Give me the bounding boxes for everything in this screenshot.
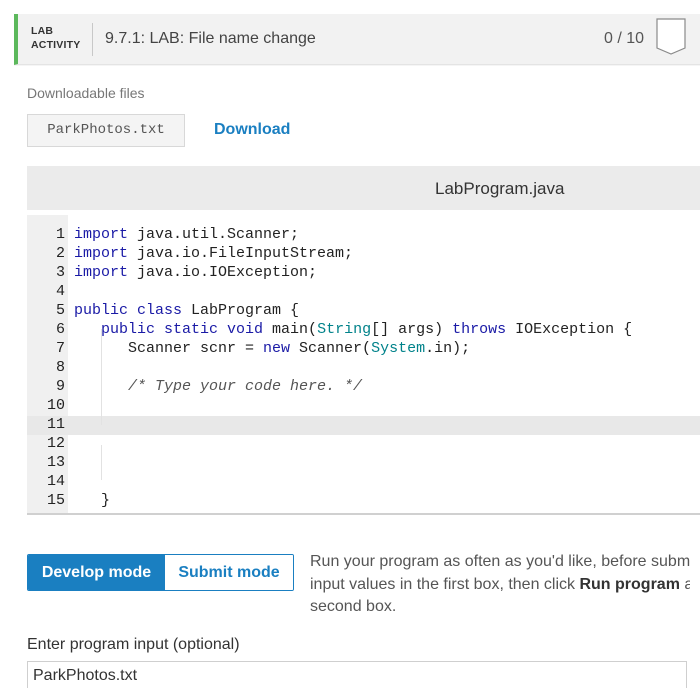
code-token: main( bbox=[263, 321, 318, 338]
code-line: 11 bbox=[27, 415, 700, 434]
line-number: 11 bbox=[46, 416, 65, 433]
editor-bottom-border bbox=[27, 513, 700, 515]
downloadable-files-label: Downloadable files bbox=[27, 85, 145, 101]
code-line: 1 import java.util.Scanner; bbox=[27, 225, 700, 244]
line-number: 1 bbox=[55, 226, 65, 243]
code-line: 14 bbox=[27, 472, 700, 491]
code-keyword: public class bbox=[74, 302, 183, 319]
mode-toggle: Develop mode Submit mode bbox=[27, 554, 294, 591]
run-instructions: Run your program as often as you'd like,… bbox=[310, 551, 690, 619]
code-token: java.io.FileInputStream; bbox=[128, 245, 354, 262]
code-keyword: import bbox=[74, 264, 129, 281]
code-text: /* Type your code here. */ bbox=[74, 377, 362, 396]
code-line: 12 bbox=[27, 434, 700, 453]
line-number: 7 bbox=[55, 340, 65, 357]
code-keyword: new bbox=[263, 340, 291, 357]
line-number: 5 bbox=[55, 302, 65, 319]
line-number: 6 bbox=[55, 321, 65, 338]
code-line: 7 Scanner scnr = new Scanner(System.in); bbox=[27, 339, 700, 358]
code-token: .in); bbox=[425, 340, 471, 357]
line-number: 13 bbox=[46, 454, 65, 471]
code-type: System bbox=[371, 340, 426, 357]
code-line: 3 import java.io.IOException; bbox=[27, 263, 700, 282]
line-number: 8 bbox=[55, 359, 65, 376]
code-token: java.util.Scanner; bbox=[128, 226, 300, 243]
lab-tag-line1: LAB bbox=[31, 25, 54, 37]
code-area[interactable]: 1 import java.util.Scanner; 2 import java.i… bbox=[27, 215, 700, 513]
code-token: LabProgram { bbox=[182, 302, 300, 319]
score-badge-icon bbox=[656, 18, 686, 55]
editor-title-bar: LabProgram.java bbox=[27, 166, 700, 210]
code-token: } bbox=[74, 492, 111, 509]
code-keyword: import bbox=[74, 226, 129, 243]
line-number: 4 bbox=[55, 283, 65, 300]
code-token: [] args) bbox=[371, 321, 453, 338]
code-text: import java.io.IOException; bbox=[74, 263, 317, 282]
code-comment: /* Type your code here. */ bbox=[128, 378, 363, 395]
code-line: 5 public class LabProgram { bbox=[27, 301, 700, 320]
code-text: import java.io.FileInputStream; bbox=[74, 244, 353, 263]
file-name-chip: ParkPhotos.txt bbox=[27, 114, 185, 147]
code-line: 13 bbox=[27, 453, 700, 472]
code-token: IOException { bbox=[506, 321, 633, 338]
line-number: 9 bbox=[55, 378, 65, 395]
line-number: 14 bbox=[46, 473, 65, 490]
code-type: String bbox=[317, 321, 372, 338]
code-line: 15 } bbox=[27, 491, 700, 510]
instructions-line2: input values in the first box, then clic… bbox=[310, 574, 690, 597]
develop-mode-button[interactable]: Develop mode bbox=[28, 555, 165, 590]
code-keyword: public static void bbox=[101, 321, 264, 338]
instructions-run-program: Run program bbox=[579, 575, 680, 593]
code-line: 2 import java.io.FileInputStream; bbox=[27, 244, 700, 263]
code-text: public class LabProgram { bbox=[74, 301, 299, 320]
score-text: 0 / 10 bbox=[603, 30, 644, 47]
line-number: 10 bbox=[46, 397, 65, 414]
lab-tag-line2: ACTIVITY bbox=[31, 39, 81, 51]
code-text: import java.util.Scanner; bbox=[74, 225, 299, 244]
code-text: } bbox=[74, 491, 110, 510]
program-input-label: Enter program input (optional) bbox=[27, 636, 240, 653]
lab-header: LAB ACTIVITY 9.7.1: LAB: File name chang… bbox=[14, 14, 700, 65]
header-divider bbox=[92, 23, 93, 56]
submit-mode-button[interactable]: Submit mode bbox=[165, 555, 293, 590]
instructions-line1: Run your program as often as you'd like,… bbox=[310, 553, 690, 570]
line-number: 2 bbox=[55, 245, 65, 262]
line-number: 15 bbox=[46, 492, 65, 509]
lab-body: Downloadable files ParkPhotos.txt Downlo… bbox=[14, 66, 700, 688]
instructions-line2-post: a bbox=[684, 575, 690, 593]
code-line: 4 bbox=[27, 282, 700, 301]
lab-activity-card: LAB ACTIVITY 9.7.1: LAB: File name chang… bbox=[14, 14, 700, 688]
code-text: public static void main(String[] args) t… bbox=[74, 320, 632, 339]
code-token: java.io.IOException; bbox=[128, 264, 318, 281]
code-token: Scanner( bbox=[290, 340, 372, 357]
code-line: 6 public static void main(String[] args)… bbox=[27, 320, 700, 339]
code-line: 10 bbox=[27, 396, 700, 415]
code-keyword: import bbox=[74, 245, 129, 262]
line-number: 3 bbox=[55, 264, 65, 281]
line-number: 12 bbox=[46, 435, 65, 452]
instructions-line2-pre: input values in the first box, then clic… bbox=[310, 575, 580, 593]
code-text: Scanner scnr = new Scanner(System.in); bbox=[74, 339, 470, 358]
instructions-line3: second box. bbox=[310, 598, 397, 615]
code-line: 9 /* Type your code here. */ bbox=[27, 377, 700, 396]
lab-activity-tag: LAB ACTIVITY bbox=[31, 24, 80, 52]
code-token: Scanner scnr = bbox=[74, 340, 264, 357]
code-editor: LabProgram.java 1 import java.util.Scanne… bbox=[27, 166, 700, 528]
lab-title: 9.7.1: LAB: File name change bbox=[105, 30, 316, 47]
download-link[interactable]: Download bbox=[214, 121, 290, 139]
code-keyword: throws bbox=[452, 321, 507, 338]
program-input-field[interactable] bbox=[27, 661, 687, 688]
code-line: 8 bbox=[27, 358, 700, 377]
editor-filename: LabProgram.java bbox=[435, 179, 565, 198]
